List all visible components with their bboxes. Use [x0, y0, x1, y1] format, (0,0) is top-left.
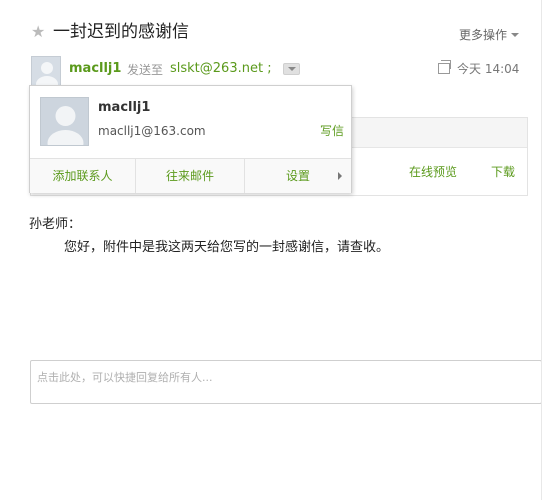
popup-contact-email: macllj1@163.com	[98, 124, 206, 138]
more-actions-button[interactable]: 更多操作	[459, 27, 520, 43]
star-icon[interactable]: ★	[31, 22, 45, 42]
avatar-icon	[41, 98, 88, 145]
download-link[interactable]: 下载	[491, 164, 515, 180]
write-mail-link[interactable]: 写信	[320, 123, 344, 139]
chevron-right-icon	[338, 172, 342, 180]
email-date: 今天 14:04	[457, 62, 520, 76]
quick-reply-input[interactable]: 点击此处，可以快捷回复给所有人...	[30, 360, 542, 404]
sender-name[interactable]: macllj1	[69, 61, 121, 77]
popup-contact-name: macllj1	[98, 100, 151, 115]
popup-footer: 添加联系人 往来邮件 设置	[30, 158, 351, 193]
popup-avatar	[40, 97, 89, 146]
recipient-address[interactable]: slskt@263.net ;	[170, 61, 272, 77]
add-contact-button[interactable]: 添加联系人	[30, 159, 136, 193]
preview-online-link[interactable]: 在线预览	[409, 164, 457, 180]
email-subject: 一封迟到的感谢信	[53, 22, 189, 42]
settings-button[interactable]: 设置	[245, 159, 351, 193]
more-actions-label: 更多操作	[459, 28, 508, 42]
contact-popup: macllj1 macllj1@163.com 写信 添加联系人 往来邮件 设置	[29, 85, 352, 193]
recipient-dropdown-button[interactable]	[283, 63, 300, 75]
new-window-icon[interactable]	[438, 60, 451, 74]
email-greeting: 孙老师：	[29, 217, 82, 232]
sender-avatar[interactable]	[31, 56, 61, 86]
chevron-down-icon	[511, 33, 520, 37]
mail-history-button[interactable]: 往来邮件	[136, 159, 245, 193]
chevron-down-icon	[288, 67, 296, 71]
email-body-text: 您好，附件中是我这两天给您写的一封感谢信，请查收。	[64, 240, 390, 255]
sent-to-label: 发送至	[127, 63, 164, 77]
settings-label: 设置	[285, 169, 310, 183]
quick-reply-placeholder: 点击此处，可以快捷回复给所有人...	[37, 371, 213, 384]
avatar-icon	[32, 57, 60, 85]
